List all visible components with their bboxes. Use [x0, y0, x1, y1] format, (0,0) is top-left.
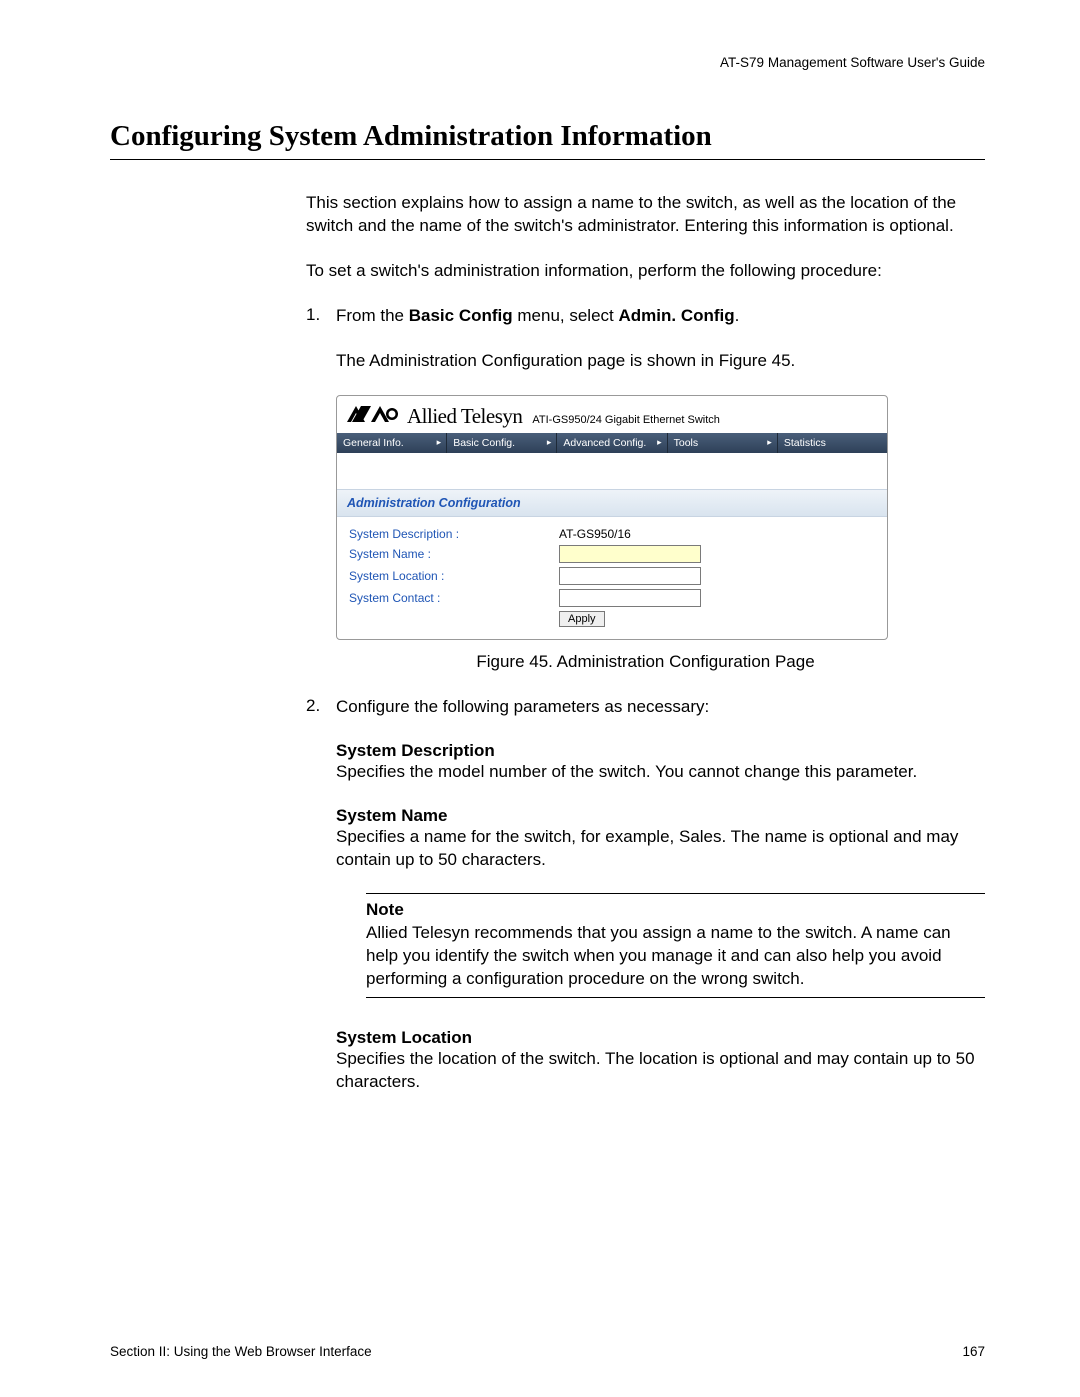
allied-telesyn-logo-icon — [347, 405, 399, 428]
step-2-text: Configure the following parameters as ne… — [336, 696, 985, 719]
step-1-suffix: . — [735, 306, 740, 325]
menu-statistics[interactable]: Statistics — [778, 433, 887, 453]
step-2: 2. Configure the following parameters as… — [306, 696, 985, 719]
step-1: 1. From the Basic Config menu, select Ad… — [306, 305, 985, 328]
param-system-location-text: Specifies the location of the switch. Th… — [336, 1048, 985, 1094]
title-rule — [110, 159, 985, 160]
footer-page-number: 167 — [962, 1344, 985, 1359]
menu-general-info[interactable]: General Info. ▸ — [337, 433, 447, 453]
input-system-name[interactable] — [559, 545, 701, 563]
step-1-prefix: From the — [336, 306, 409, 325]
step-1-bold-2: Admin. Config — [618, 306, 734, 325]
param-system-name-text: Specifies a name for the switch, for exa… — [336, 826, 985, 872]
header-guide-title: AT-S79 Management Software User's Guide — [110, 55, 985, 70]
menu-tools-label: Tools — [674, 437, 699, 449]
page-title: Configuring System Administration Inform… — [110, 120, 985, 153]
shot-menu-bar: General Info. ▸ Basic Config. ▸ Advanced C… — [337, 433, 887, 453]
shot-header: Allied Telesyn ATI-GS950/24 Gigabit Ethe… — [337, 396, 887, 433]
param-system-description-heading: System Description — [336, 741, 985, 761]
step-1-number: 1. — [306, 305, 336, 328]
label-system-description: System Description : — [349, 527, 559, 541]
apply-button[interactable]: Apply — [559, 611, 605, 627]
step-1-followup: The Administration Configuration page is… — [336, 350, 985, 373]
intro-paragraph-2: To set a switch's administration informa… — [306, 260, 985, 283]
menu-basic-config-label: Basic Config. — [453, 437, 515, 449]
param-system-name-heading: System Name — [336, 806, 985, 826]
input-system-contact[interactable] — [559, 589, 701, 607]
intro-paragraph-1: This section explains how to assign a na… — [306, 192, 985, 238]
label-system-name: System Name : — [349, 547, 559, 561]
shot-form: System Description : AT-GS950/16 System … — [337, 517, 887, 639]
page-footer: Section II: Using the Web Browser Interf… — [110, 1344, 985, 1359]
note-bottom-rule — [366, 997, 985, 998]
admin-config-screenshot: Allied Telesyn ATI-GS950/24 Gigabit Ethe… — [336, 395, 888, 640]
step-1-bold-1: Basic Config — [409, 306, 513, 325]
note-heading: Note — [366, 900, 985, 920]
menu-advanced-config-label: Advanced Config. — [563, 437, 646, 449]
input-system-location[interactable] — [559, 567, 701, 585]
footer-section: Section II: Using the Web Browser Interf… — [110, 1344, 372, 1359]
shot-panel-title: Administration Configuration — [337, 489, 887, 517]
param-system-location-heading: System Location — [336, 1028, 985, 1048]
label-system-contact: System Contact : — [349, 591, 559, 605]
menu-arrow-icon: ▸ — [437, 437, 442, 448]
menu-basic-config[interactable]: Basic Config. ▸ — [447, 433, 557, 453]
param-system-description-text: Specifies the model number of the switch… — [336, 761, 985, 784]
menu-arrow-icon: ▸ — [657, 437, 662, 448]
figure-caption: Figure 45. Administration Configuration … — [306, 652, 985, 672]
step-2-number: 2. — [306, 696, 336, 719]
value-system-description: AT-GS950/16 — [559, 527, 631, 541]
menu-tools[interactable]: Tools ▸ — [668, 433, 778, 453]
note-block: Note Allied Telesyn recommends that you … — [366, 893, 985, 998]
step-1-mid: menu, select — [513, 306, 619, 325]
step-1-text: From the Basic Config menu, select Admin… — [336, 305, 985, 328]
shot-brand: Allied Telesyn — [407, 404, 522, 429]
menu-general-info-label: General Info. — [343, 437, 404, 449]
menu-statistics-label: Statistics — [784, 437, 826, 449]
note-text: Allied Telesyn recommends that you assig… — [366, 922, 985, 991]
note-top-rule — [366, 893, 985, 894]
menu-arrow-icon: ▸ — [767, 437, 772, 448]
label-system-location: System Location : — [349, 569, 559, 583]
menu-arrow-icon: ▸ — [547, 437, 552, 448]
menu-advanced-config[interactable]: Advanced Config. ▸ — [557, 433, 667, 453]
shot-product: ATI-GS950/24 Gigabit Ethernet Switch — [532, 414, 720, 426]
